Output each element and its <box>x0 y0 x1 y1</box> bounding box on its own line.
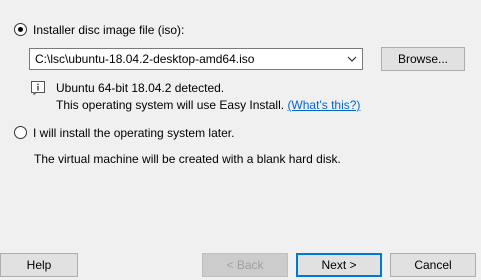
easy-install-text: This operating system will use Easy Inst… <box>56 98 285 112</box>
radio-installer-iso-label[interactable]: Installer disc image file (iso): <box>33 23 184 37</box>
blank-disk-note: The virtual machine will be created with… <box>34 152 341 166</box>
chevron-down-icon[interactable] <box>346 53 358 65</box>
iso-path-combobox[interactable]: C:\lsc\ubuntu-18.04.2-desktop-amd64.iso <box>29 48 363 70</box>
info-icon <box>31 81 45 95</box>
radio-install-later-label[interactable]: I will install the operating system late… <box>33 126 234 140</box>
detected-os-text: Ubuntu 64-bit 18.04.2 detected. <box>56 81 225 95</box>
help-button[interactable]: Help <box>0 253 78 277</box>
next-button[interactable]: Next > <box>296 253 382 277</box>
radio-installer-iso[interactable] <box>14 23 27 36</box>
browse-button[interactable]: Browse... <box>381 47 465 71</box>
back-button[interactable]: < Back <box>202 253 288 277</box>
easy-install-note: This operating system will use Easy Inst… <box>56 98 360 112</box>
radio-selected-dot <box>18 27 23 32</box>
whats-this-link[interactable]: (What's this?) <box>287 98 360 112</box>
cancel-button[interactable]: Cancel <box>390 253 476 277</box>
iso-path-value: C:\lsc\ubuntu-18.04.2-desktop-amd64.iso <box>35 52 255 66</box>
new-vm-wizard-guest-os-installation: Installer disc image file (iso): C:\lsc\… <box>0 0 481 280</box>
radio-install-later[interactable] <box>14 126 27 139</box>
